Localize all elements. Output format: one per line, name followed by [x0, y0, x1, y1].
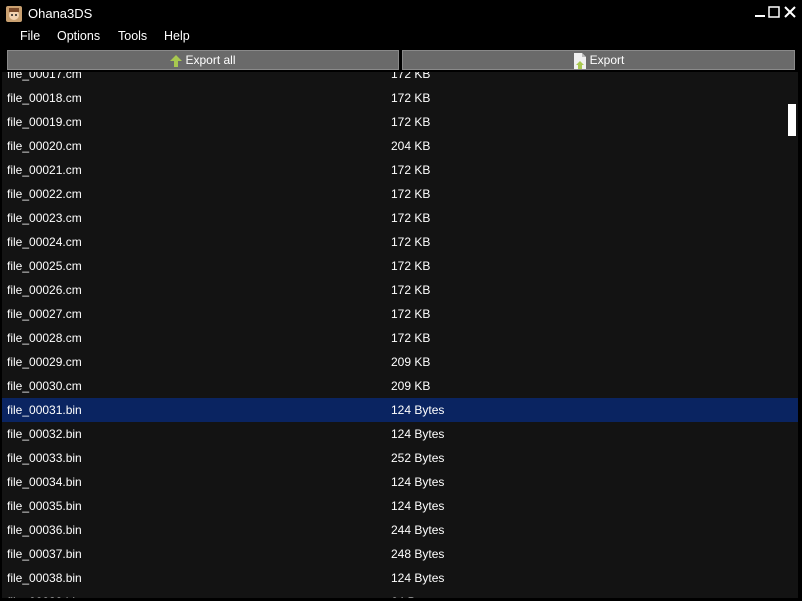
- file-name: file_00018.cm: [7, 91, 82, 105]
- file-list[interactable]: file_00017.cm 172 KB file_00018.cm 172 KB fi…: [2, 72, 798, 598]
- file-size: 172 KB: [391, 163, 431, 177]
- app-icon: [6, 6, 22, 22]
- file-size: 252 Bytes: [391, 451, 445, 465]
- export-all-button[interactable]: Export all: [7, 50, 399, 70]
- file-name: file_00032.bin: [7, 427, 82, 441]
- file-row[interactable]: file_00025.cm 172 KB: [2, 254, 798, 278]
- menu-help[interactable]: Help: [160, 29, 194, 43]
- menu-file[interactable]: File: [16, 29, 44, 43]
- file-name: file_00017.cm: [7, 72, 82, 81]
- file-row[interactable]: file_00030.cm 209 KB: [2, 374, 798, 398]
- file-name: file_00023.cm: [7, 211, 82, 225]
- window-title: Ohana3DS: [28, 6, 93, 21]
- file-row[interactable]: file_00027.cm 172 KB: [2, 302, 798, 326]
- file-row[interactable]: file_00037.bin 248 Bytes: [2, 542, 798, 566]
- file-row[interactable]: file_00021.cm 172 KB: [2, 158, 798, 182]
- export-file-icon: [573, 52, 586, 69]
- export-all-label: Export all: [185, 53, 236, 67]
- file-name: file_00037.bin: [7, 547, 82, 561]
- file-row[interactable]: file_00018.cm 172 KB: [2, 86, 798, 110]
- export-label: Export: [589, 53, 625, 67]
- file-name: file_00024.cm: [7, 235, 82, 249]
- file-name: file_00027.cm: [7, 307, 82, 321]
- file-size: 124 Bytes: [391, 427, 445, 441]
- file-size: 204 KB: [391, 139, 431, 153]
- file-row[interactable]: file_00039.bin 64 Bytes: [2, 590, 798, 598]
- file-name: file_00038.bin: [7, 571, 82, 585]
- file-row[interactable]: file_00024.cm 172 KB: [2, 230, 798, 254]
- file-name: file_00021.cm: [7, 163, 82, 177]
- file-name: file_00035.bin: [7, 499, 82, 513]
- file-size: 172 KB: [391, 91, 431, 105]
- file-size: 172 KB: [391, 211, 431, 225]
- toolbar: Export all Export: [0, 48, 802, 72]
- file-row[interactable]: file_00034.bin 124 Bytes: [2, 470, 798, 494]
- file-size: 172 KB: [391, 259, 431, 273]
- file-name: file_00029.cm: [7, 355, 82, 369]
- close-button[interactable]: [780, 2, 800, 24]
- file-name: file_00036.bin: [7, 523, 82, 537]
- file-row[interactable]: file_00036.bin 244 Bytes: [2, 518, 798, 542]
- title-bar: Ohana3DS: [0, 0, 802, 26]
- file-size: 172 KB: [391, 283, 431, 297]
- file-row[interactable]: file_00023.cm 172 KB: [2, 206, 798, 230]
- file-size: 64 Bytes: [391, 595, 438, 598]
- file-size: 124 Bytes: [391, 571, 445, 585]
- file-name: file_00033.bin: [7, 451, 82, 465]
- file-size: 172 KB: [391, 72, 431, 81]
- file-size: 248 Bytes: [391, 547, 445, 561]
- file-row[interactable]: file_00017.cm 172 KB: [2, 72, 798, 86]
- file-row[interactable]: file_00031.bin 124 Bytes: [2, 398, 798, 422]
- file-size: 124 Bytes: [391, 475, 445, 489]
- file-row[interactable]: file_00026.cm 172 KB: [2, 278, 798, 302]
- file-row[interactable]: file_00032.bin 124 Bytes: [2, 422, 798, 446]
- arrow-up-icon: [170, 54, 183, 67]
- file-size: 172 KB: [391, 115, 431, 129]
- menu-bar: File Options Tools Help: [0, 26, 802, 48]
- file-row[interactable]: file_00020.cm 204 KB: [2, 134, 798, 158]
- file-name: file_00028.cm: [7, 331, 82, 345]
- file-size: 124 Bytes: [391, 403, 445, 417]
- maximize-icon: [768, 6, 780, 18]
- menu-tools[interactable]: Tools: [114, 29, 151, 43]
- file-size: 172 KB: [391, 235, 431, 249]
- file-name: file_00030.cm: [7, 379, 82, 393]
- file-name: file_00039.bin: [7, 595, 82, 598]
- file-row[interactable]: file_00033.bin 252 Bytes: [2, 446, 798, 470]
- file-size: 209 KB: [391, 355, 431, 369]
- file-size: 172 KB: [391, 187, 431, 201]
- file-row[interactable]: file_00028.cm 172 KB: [2, 326, 798, 350]
- file-name: file_00026.cm: [7, 283, 82, 297]
- file-size: 124 Bytes: [391, 499, 445, 513]
- file-name: file_00031.bin: [7, 403, 82, 417]
- file-name: file_00019.cm: [7, 115, 82, 129]
- file-name: file_00022.cm: [7, 187, 82, 201]
- file-row[interactable]: file_00019.cm 172 KB: [2, 110, 798, 134]
- export-button[interactable]: Export: [402, 50, 795, 70]
- file-size: 209 KB: [391, 379, 431, 393]
- file-row[interactable]: file_00035.bin 124 Bytes: [2, 494, 798, 518]
- file-size: 172 KB: [391, 307, 431, 321]
- file-name: file_00034.bin: [7, 475, 82, 489]
- file-size: 172 KB: [391, 331, 431, 345]
- file-row[interactable]: file_00029.cm 209 KB: [2, 350, 798, 374]
- scrollbar-thumb[interactable]: [788, 104, 796, 136]
- close-icon: [784, 6, 796, 18]
- file-row[interactable]: file_00022.cm 172 KB: [2, 182, 798, 206]
- file-size: 244 Bytes: [391, 523, 445, 537]
- file-name: file_00025.cm: [7, 259, 82, 273]
- file-name: file_00020.cm: [7, 139, 82, 153]
- menu-options[interactable]: Options: [53, 29, 104, 43]
- file-row[interactable]: file_00038.bin 124 Bytes: [2, 566, 798, 590]
